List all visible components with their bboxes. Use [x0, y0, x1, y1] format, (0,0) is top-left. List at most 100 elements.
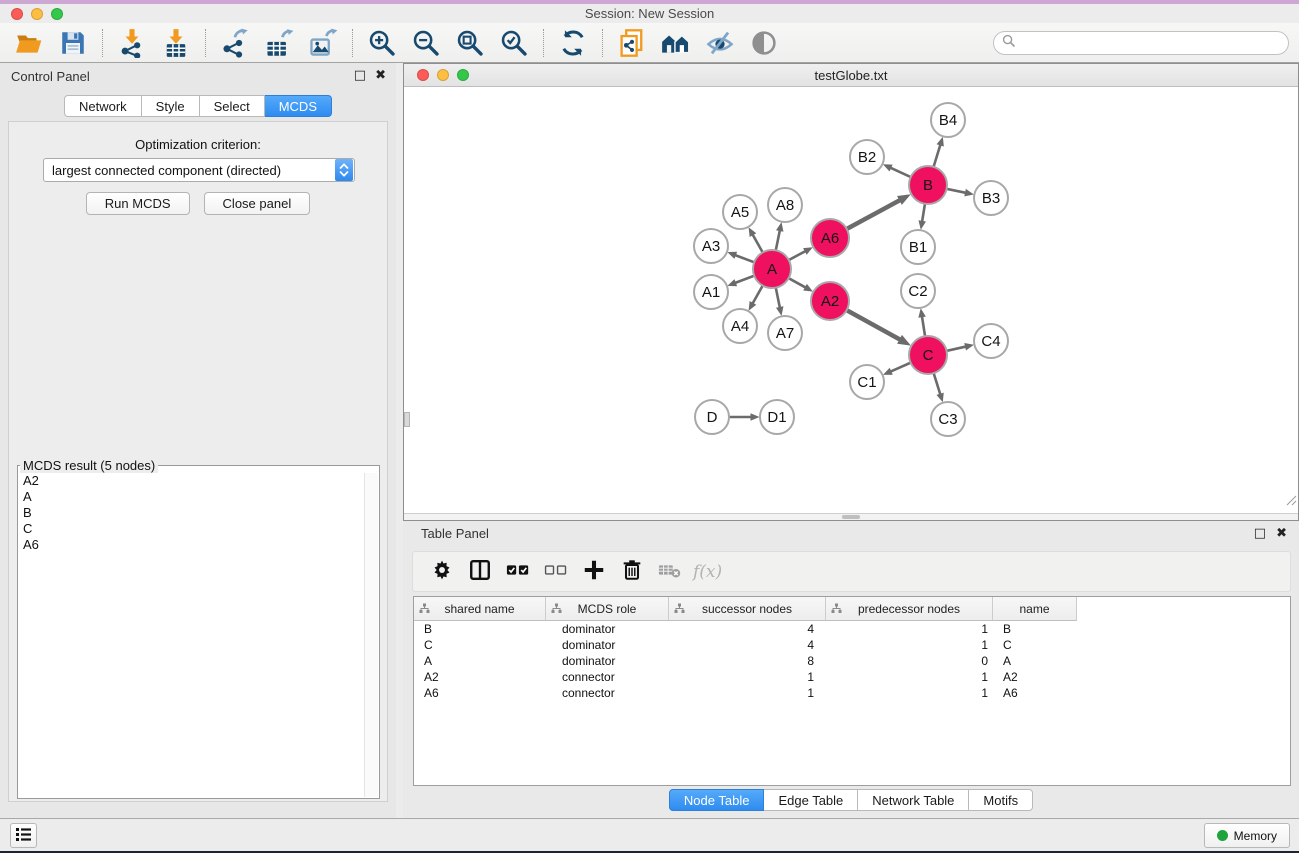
close-table-panel-icon[interactable]: ✖ — [1276, 525, 1287, 543]
graph-node-B1[interactable]: B1 — [901, 230, 935, 264]
mcds-list-scrollbar[interactable] — [364, 473, 378, 797]
zoom-in-button[interactable] — [363, 27, 401, 59]
tab-edge-table[interactable]: Edge Table — [764, 789, 858, 811]
graph-node-B4[interactable]: B4 — [931, 103, 965, 137]
mcds-result-item[interactable]: A — [19, 489, 363, 505]
graph-node-A4[interactable]: A4 — [723, 309, 757, 343]
tab-style[interactable]: Style — [142, 95, 200, 117]
memory-button[interactable]: Memory — [1204, 823, 1290, 848]
criterion-select[interactable]: largest connected component (directed) — [43, 158, 355, 182]
tab-node-table[interactable]: Node Table — [669, 789, 765, 811]
graph-node-B2[interactable]: B2 — [850, 140, 884, 174]
column-header-name[interactable]: name — [993, 597, 1077, 621]
graph-node-B[interactable]: B — [909, 166, 947, 204]
tab-motifs[interactable]: Motifs — [969, 789, 1033, 811]
cell-shared-name[interactable]: A6 — [414, 686, 546, 700]
new-network-from-selection-button[interactable] — [613, 27, 651, 59]
float-table-panel-icon[interactable]: □ — [1254, 525, 1266, 543]
select-all-button[interactable] — [501, 557, 535, 587]
search-box[interactable] — [993, 31, 1289, 55]
tab-mcds[interactable]: MCDS — [265, 95, 332, 117]
cell-successor-nodes[interactable]: 1 — [669, 670, 826, 684]
delete-column-button[interactable] — [615, 557, 649, 587]
graph-node-A1[interactable]: A1 — [694, 275, 728, 309]
graph-node-A8[interactable]: A8 — [768, 188, 802, 222]
cell-name[interactable]: A6 — [993, 686, 1077, 700]
graph-node-D[interactable]: D — [695, 400, 729, 434]
export-table-button[interactable] — [260, 27, 298, 59]
cell-MCDS-role[interactable]: dominator — [546, 654, 669, 668]
cell-predecessor-nodes[interactable]: 1 — [826, 622, 993, 636]
split-view-button[interactable] — [463, 557, 497, 587]
zoom-fit-button[interactable] — [451, 27, 489, 59]
cell-predecessor-nodes[interactable]: 1 — [826, 638, 993, 652]
cell-shared-name[interactable]: A — [414, 654, 546, 668]
cell-predecessor-nodes[interactable]: 1 — [826, 670, 993, 684]
column-header-MCDS-role[interactable]: MCDS role — [546, 597, 669, 621]
column-header-predecessor-nodes[interactable]: predecessor nodes — [826, 597, 993, 621]
horizontal-scrollbar-thumb[interactable] — [842, 515, 860, 519]
search-input[interactable] — [1016, 35, 1280, 51]
cell-MCDS-role[interactable]: connector — [546, 670, 669, 684]
import-table-button[interactable] — [157, 27, 195, 59]
run-mcds-button[interactable]: Run MCDS — [86, 192, 190, 215]
float-panel-icon[interactable]: □ — [354, 67, 366, 85]
graph-node-A[interactable]: A — [753, 250, 791, 288]
network-canvas[interactable]: B4B2BB3A8A5A6A3B1AC2A1A2A4A7C4CC1DD1C3 — [404, 87, 1298, 513]
table-row[interactable]: A2connector11A2 — [414, 669, 1290, 685]
cell-shared-name[interactable]: C — [414, 638, 546, 652]
add-column-button[interactable] — [577, 557, 611, 587]
cell-successor-nodes[interactable]: 1 — [669, 686, 826, 700]
cell-successor-nodes[interactable]: 8 — [669, 654, 826, 668]
task-history-button[interactable] — [10, 823, 37, 848]
mcds-result-item[interactable]: B — [19, 505, 363, 521]
graph-node-A3[interactable]: A3 — [694, 229, 728, 263]
eye-button[interactable] — [745, 27, 783, 59]
table-row[interactable]: Bdominator41B — [414, 621, 1290, 637]
cell-MCDS-role[interactable]: dominator — [546, 622, 669, 636]
cell-shared-name[interactable]: A2 — [414, 670, 546, 684]
zoom-out-button[interactable] — [407, 27, 445, 59]
cell-name[interactable]: A — [993, 654, 1077, 668]
close-panel-icon[interactable]: ✖ — [375, 67, 386, 85]
open-session-button[interactable] — [10, 27, 48, 59]
cell-MCDS-role[interactable]: dominator — [546, 638, 669, 652]
graph-node-C2[interactable]: C2 — [901, 274, 935, 308]
graph-node-C[interactable]: C — [909, 336, 947, 374]
export-image-button[interactable] — [304, 27, 342, 59]
column-settings-button[interactable] — [425, 557, 459, 587]
horizontal-scrollbar[interactable] — [404, 513, 1298, 520]
cell-name[interactable]: A2 — [993, 670, 1077, 684]
graph-node-A2[interactable]: A2 — [811, 282, 849, 320]
tab-select[interactable]: Select — [200, 95, 265, 117]
cell-successor-nodes[interactable]: 4 — [669, 622, 826, 636]
cell-MCDS-role[interactable]: connector — [546, 686, 669, 700]
table-row[interactable]: A6connector11A6 — [414, 685, 1290, 701]
vertical-scrollbar-thumb[interactable] — [404, 412, 410, 427]
graph-node-A6[interactable]: A6 — [811, 219, 849, 257]
column-header-successor-nodes[interactable]: successor nodes — [669, 597, 826, 621]
column-header-shared-name[interactable]: shared name — [414, 597, 546, 621]
resize-grip-icon[interactable] — [1285, 493, 1297, 505]
graph-node-D1[interactable]: D1 — [760, 400, 794, 434]
graphics-details-button[interactable] — [701, 27, 739, 59]
mcds-result-item[interactable]: C — [19, 521, 363, 537]
network-graph[interactable]: B4B2BB3A8A5A6A3B1AC2A1A2A4A7C4CC1DD1C3 — [404, 87, 1298, 513]
cell-successor-nodes[interactable]: 4 — [669, 638, 826, 652]
graph-node-C1[interactable]: C1 — [850, 365, 884, 399]
table-row[interactable]: Cdominator41C — [414, 637, 1290, 653]
tab-network[interactable]: Network — [64, 95, 142, 117]
zoom-selected-button[interactable] — [495, 27, 533, 59]
refresh-layout-button[interactable] — [554, 27, 592, 59]
first-neighbors-button[interactable] — [657, 27, 695, 59]
import-network-button[interactable] — [113, 27, 151, 59]
cell-predecessor-nodes[interactable]: 0 — [826, 654, 993, 668]
close-panel-button[interactable]: Close panel — [204, 192, 311, 215]
graph-node-B3[interactable]: B3 — [974, 181, 1008, 215]
graph-node-C4[interactable]: C4 — [974, 324, 1008, 358]
cell-name[interactable]: C — [993, 638, 1077, 652]
graph-node-A7[interactable]: A7 — [768, 316, 802, 350]
save-session-button[interactable] — [54, 27, 92, 59]
export-network-button[interactable] — [216, 27, 254, 59]
tab-network-table[interactable]: Network Table — [858, 789, 969, 811]
